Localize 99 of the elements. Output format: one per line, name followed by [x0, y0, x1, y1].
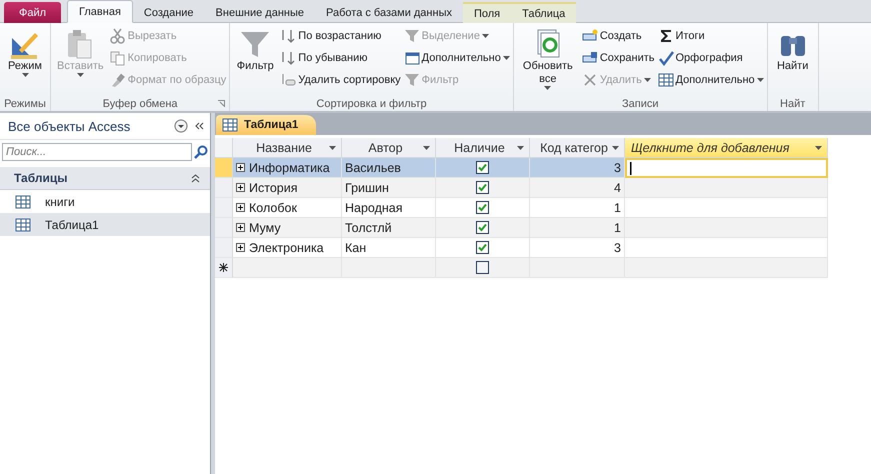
expand-icon[interactable] — [236, 223, 245, 232]
ribbon-tab[interactable]: Главная — [67, 0, 133, 23]
group-label: Записи — [622, 98, 658, 110]
caret-icon — [612, 146, 619, 150]
group-label: Найт — [780, 98, 806, 110]
ribbon-button[interactable]: Сохранить — [582, 48, 654, 67]
caret-icon — [423, 146, 430, 150]
eraser-icon — [280, 72, 296, 88]
cell-text: Муму — [249, 220, 281, 234]
checkbox[interactable] — [476, 241, 489, 254]
caret-icon — [502, 56, 510, 60]
window-icon — [404, 50, 420, 66]
cell-text: Кан — [345, 240, 366, 254]
table-cell: 1 — [530, 198, 625, 218]
collapse-icon — [191, 174, 200, 182]
table-cell: 3 — [530, 238, 625, 258]
checkbox[interactable] — [476, 161, 489, 174]
cell-text: Народная — [345, 200, 403, 214]
ribbon-tab[interactable]: Таблица — [511, 2, 576, 23]
active-cell[interactable] — [625, 158, 828, 178]
nav-item[interactable]: Таблица1 — [0, 213, 210, 236]
ribbon-button[interactable]: По возрастанию — [280, 26, 401, 45]
column-header[interactable]: Наличие — [436, 138, 530, 158]
caret-icon — [756, 78, 764, 82]
cell-text: Информатика — [249, 160, 330, 174]
caret-icon — [22, 73, 28, 77]
cell-text: История — [249, 180, 298, 194]
ribbon-button[interactable]: Режим — [3, 26, 47, 96]
new-record-icon — [219, 263, 228, 272]
ribbon-button[interactable]: Найти — [770, 26, 815, 96]
brush-icon — [110, 72, 126, 88]
ribbon-button[interactable]: Дополнительно — [404, 48, 510, 67]
ribbon-button[interactable]: Фильтр — [233, 26, 278, 96]
column-header[interactable]: Название — [233, 138, 342, 158]
table-cell: 4 — [530, 178, 625, 198]
collapse-icon[interactable] — [194, 122, 204, 130]
dropdown-icon[interactable] — [174, 119, 188, 133]
ribbon-tab[interactable]: Внешние данные — [204, 2, 316, 23]
column-header[interactable]: Автор — [342, 138, 436, 158]
document-tab[interactable]: Таблица1 — [216, 115, 316, 135]
group-label: Сортировка и фильтр — [316, 98, 427, 110]
record-selector[interactable] — [215, 258, 233, 278]
group-label: Буфер обмена — [102, 98, 178, 110]
cell-text: Гришин — [345, 180, 389, 194]
table-icon — [15, 216, 31, 232]
checkbox[interactable] — [476, 261, 489, 274]
caret-icon — [517, 146, 524, 150]
search-field[interactable]: Поиск... — [2, 143, 192, 161]
nav-group-header[interactable]: Таблицы — [0, 167, 210, 190]
ribbon-button[interactable]: Обновить все — [516, 26, 579, 96]
funnel-small-icon — [404, 72, 420, 88]
save-icon — [582, 50, 598, 66]
ribbon-tab[interactable]: Создание — [132, 2, 205, 23]
caret-icon — [329, 146, 336, 150]
text-cursor-icon — [630, 162, 632, 174]
table-icon — [15, 194, 31, 210]
sort-ascending-icon — [280, 28, 296, 44]
pane-title: Все объекты Access — [8, 118, 132, 134]
ribbon-button[interactable]: Итоги — [658, 26, 764, 45]
ribbon-tab[interactable]: Файл — [4, 2, 62, 23]
ribbon-button[interactable]: По убыванию — [280, 48, 401, 67]
copy-icon — [110, 50, 126, 66]
ribbon-tab[interactable]: Работа с базами данных — [315, 2, 463, 23]
cell-text: Васильев — [345, 160, 401, 174]
search-icon[interactable] — [194, 145, 208, 159]
expand-icon[interactable] — [236, 183, 245, 192]
checkbox[interactable] — [476, 221, 489, 234]
expand-icon[interactable] — [236, 243, 245, 252]
table-cell: 3 — [530, 158, 625, 178]
checkmark-icon — [658, 50, 674, 66]
caret-icon — [644, 78, 651, 82]
column-header[interactable]: Щелкните для добавления — [625, 138, 828, 158]
checkbox[interactable] — [476, 201, 489, 214]
ribbon-button[interactable]: Удалить сортировку — [280, 70, 401, 89]
table-icon — [658, 72, 674, 88]
caret-icon — [544, 86, 552, 90]
ribbon-button[interactable]: Создать — [582, 26, 654, 45]
caret-icon — [76, 73, 84, 77]
close-icon — [582, 72, 598, 88]
caret-icon — [815, 146, 822, 150]
scissors-icon — [110, 28, 126, 44]
sort-descending-icon — [280, 50, 296, 66]
ribbon-button[interactable]: Дополнительно — [658, 70, 764, 89]
expand-icon[interactable] — [236, 163, 245, 172]
cell-text: Электроника — [249, 240, 324, 254]
cell-text: Колобок — [249, 200, 297, 214]
table-cell: 1 — [530, 218, 625, 238]
caret-icon — [482, 34, 489, 38]
expand-icon[interactable] — [236, 203, 245, 212]
cell-text: Толстлй — [345, 220, 392, 234]
dialog-launcher-icon[interactable] — [218, 100, 226, 107]
ribbon-button[interactable]: Орфография — [658, 48, 764, 67]
column-header[interactable]: Код категор — [530, 138, 625, 158]
group-label: Режимы — [4, 98, 46, 110]
new-record-icon — [582, 28, 598, 44]
checkbox[interactable] — [476, 181, 489, 194]
table-icon — [222, 117, 238, 133]
funnel-small-icon — [404, 28, 420, 44]
ribbon-tab[interactable]: Поля — [462, 2, 512, 23]
